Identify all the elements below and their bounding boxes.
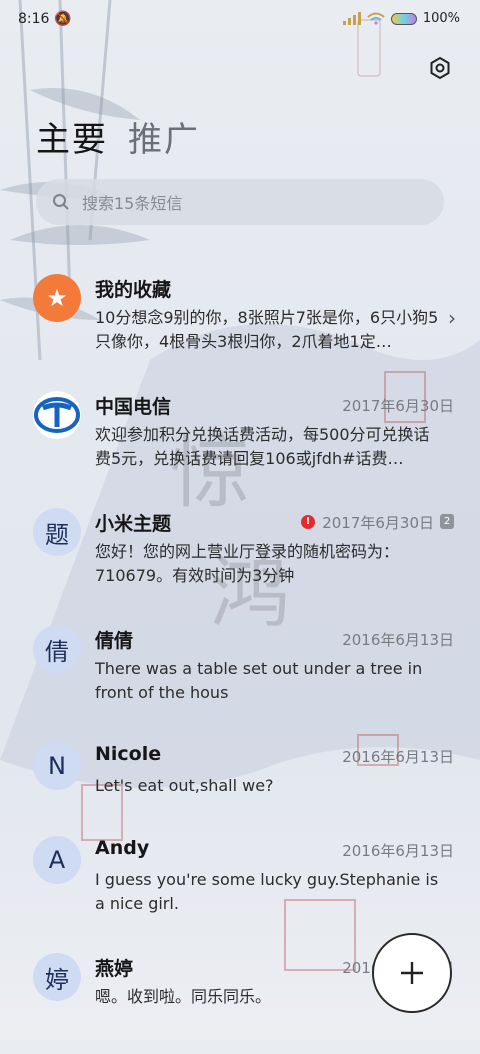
conversation-favorites[interactable]: ★ 我的收藏 10分想念9别的你，8张照片7张是你，6只小狗5只像你，4根骨头3… [0, 258, 480, 375]
compose-button[interactable] [372, 933, 452, 1013]
conversation-name: 我的收藏 [95, 279, 172, 301]
status-right: 100% [342, 11, 460, 26]
conversation-name: 燕婷 [95, 958, 134, 980]
favorites-star-icon: ★ [33, 274, 81, 322]
conversation-date: 2016年6月13日 [342, 748, 454, 766]
conversation-xiaomi-theme[interactable]: 题 小米主题 ! 2017年6月30日 2 您好！您的网上营业厅登录的随机密码为… [0, 492, 480, 609]
muted-bell-icon: 🔕 [54, 11, 72, 27]
conversation-qianqian[interactable]: 倩 倩倩 2016年6月13日 There was a table set ou… [0, 609, 480, 726]
avatar: N [33, 742, 81, 790]
wifi-icon [367, 12, 385, 25]
status-bar: 8:16 🔕 100% [0, 0, 480, 40]
conversation-andy[interactable]: A Andy 2016年6月13日 I guess you're some lu… [0, 820, 480, 937]
error-alert-icon: ! [301, 515, 315, 529]
settings-gear-icon[interactable] [428, 56, 452, 80]
conversation-date: 2016年6月13日 [342, 631, 454, 649]
conversation-name: 小米主题 [95, 513, 172, 535]
tab-promotions[interactable]: 推广 [128, 112, 200, 161]
conversation-preview: I guess you're some lucky guy.Stephanie … [95, 870, 439, 913]
battery-level: 100% [422, 11, 460, 26]
sim-2-icon: 2 [440, 514, 454, 529]
category-tabs: 主要 推广 [36, 112, 200, 161]
search-icon [53, 194, 69, 210]
avatar: 倩 [33, 625, 81, 673]
conversation-name: Nicole [95, 743, 162, 765]
avatar: A [33, 836, 81, 884]
conversation-preview: Let's eat out,shall we? [95, 776, 274, 795]
signal-icon [342, 12, 361, 25]
conversation-china-telecom[interactable]: 中国电信 2017年6月30日 欢迎参加积分兑换话费活动，每500分可兑换话费5… [0, 375, 480, 492]
conversation-date: 2017年6月30日 [342, 397, 454, 415]
plus-icon [401, 962, 423, 984]
conversation-date: 2016年6月13日 [342, 842, 454, 860]
search-bar[interactable]: 搜索15条短信 [36, 179, 444, 225]
conversation-name: Andy [95, 837, 150, 859]
tab-main[interactable]: 主要 [36, 112, 108, 161]
conversation-date: 2017年6月30日 [322, 514, 434, 532]
conversation-preview: There was a table set out under a tree i… [95, 659, 423, 702]
conversation-nicole[interactable]: N Nicole 2016年6月13日 Let's eat out,shall … [0, 726, 480, 820]
conversation-preview: 欢迎参加积分兑换话费活动，每500分可兑换话费5元，兑换话费请回复106或jfd… [95, 425, 430, 468]
avatar: 题 [33, 508, 81, 556]
search-placeholder: 搜索15条短信 [82, 194, 183, 213]
avatar: 婷 [33, 953, 81, 1001]
conversation-name: 中国电信 [95, 396, 172, 418]
chevron-right-icon: › [448, 306, 456, 330]
conversation-preview: 您好！您的网上营业厅登录的随机密码为：710679。有效时间为3分钟 [95, 542, 400, 585]
status-time: 8:16 [18, 11, 50, 27]
conversation-name: 倩倩 [95, 630, 134, 652]
china-telecom-logo-icon [33, 391, 81, 439]
conversation-preview: 10分想念9别的你，8张照片7张是你，6只小狗5只像你，4根骨头3根归你，2爪着… [95, 308, 439, 351]
battery-icon [390, 12, 417, 25]
